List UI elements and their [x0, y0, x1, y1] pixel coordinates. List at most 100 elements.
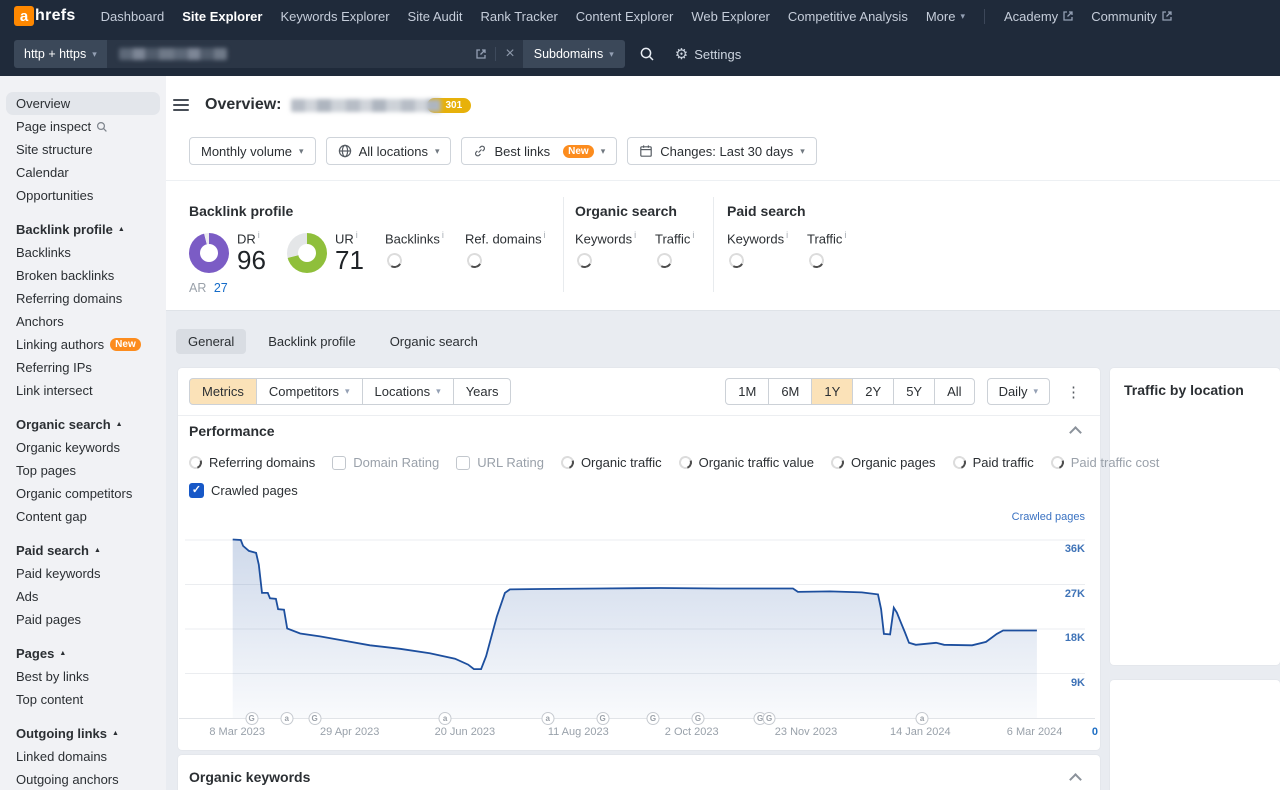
range-1m-button[interactable]: 1M: [725, 378, 769, 405]
metric-organic-traffic[interactable]: Organic traffic: [561, 455, 662, 470]
nav-item-academy[interactable]: Academy: [995, 3, 1082, 30]
more-options-icon[interactable]: ⋮: [1062, 383, 1085, 401]
ahrefs-event-marker[interactable]: a: [916, 712, 929, 725]
sidebar-item-linking-authors[interactable]: Linking authors New: [6, 333, 160, 356]
nav-item-web-explorer[interactable]: Web Explorer: [682, 3, 779, 30]
sidebar-item-organic-keywords[interactable]: Organic keywords: [6, 436, 160, 459]
collapse-chevron-icon[interactable]: [1069, 426, 1082, 439]
google-update-marker[interactable]: G: [692, 712, 705, 725]
sidebar-item-referring-domains[interactable]: Referring domains: [6, 287, 160, 310]
nav-item-site-explorer[interactable]: Site Explorer: [173, 3, 271, 30]
locations-dropdown[interactable]: Locations▾: [362, 378, 454, 405]
sidebar-item-page-inspect[interactable]: Page inspect: [6, 115, 160, 138]
google-update-marker[interactable]: G: [245, 712, 258, 725]
info-icon[interactable]: i: [634, 230, 636, 240]
settings-button[interactable]: ⚙ Settings: [675, 47, 741, 62]
google-update-marker[interactable]: G: [647, 712, 660, 725]
info-icon[interactable]: i: [356, 230, 358, 240]
metric-referring-domains[interactable]: Referring domains: [189, 455, 315, 470]
metrics-button[interactable]: Metrics: [189, 378, 257, 405]
tab-general[interactable]: General: [176, 329, 246, 354]
nav-item-dashboard[interactable]: Dashboard: [92, 3, 174, 30]
metric-paid-traffic-cost[interactable]: Paid traffic cost: [1051, 455, 1160, 470]
metric-organic-pages[interactable]: Organic pages: [831, 455, 936, 470]
sidebar-section-backlink-profile[interactable]: Backlink profile▲: [6, 218, 160, 241]
hamburger-menu-icon[interactable]: [173, 96, 189, 114]
tab-backlink-profile[interactable]: Backlink profile: [256, 329, 367, 354]
info-icon[interactable]: i: [692, 230, 694, 240]
sidebar-item-calendar[interactable]: Calendar: [6, 161, 160, 184]
locations-filter-dropdown[interactable]: All locations ▾: [326, 137, 452, 165]
ahrefs-event-marker[interactable]: a: [439, 712, 452, 725]
years-button[interactable]: Years: [453, 378, 512, 405]
range-1y-button[interactable]: 1Y: [811, 378, 853, 405]
sidebar-item-top-pages[interactable]: Top pages: [6, 459, 160, 482]
metric-domain-rating[interactable]: Domain Rating: [332, 455, 439, 470]
sidebar-item-organic-competitors[interactable]: Organic competitors: [6, 482, 160, 505]
sidebar-item-ads[interactable]: Ads: [6, 585, 160, 608]
sidebar-item-site-structure[interactable]: Site structure: [6, 138, 160, 161]
sidebar-item-paid-keywords[interactable]: Paid keywords: [6, 562, 160, 585]
google-update-marker[interactable]: G: [308, 712, 321, 725]
nav-item-competitive-analysis[interactable]: Competitive Analysis: [779, 3, 917, 30]
sidebar-item-best-by-links[interactable]: Best by links: [6, 665, 160, 688]
sidebar-section-organic-search[interactable]: Organic search▲: [6, 413, 160, 436]
chart-legend[interactable]: Crawled pages: [1012, 511, 1085, 523]
open-target-icon[interactable]: [476, 49, 486, 59]
sidebar-item-opportunities[interactable]: Opportunities: [6, 184, 160, 207]
search-submit-button[interactable]: [639, 46, 655, 62]
range-5y-button[interactable]: 5Y: [893, 378, 935, 405]
target-input[interactable]: ×: [107, 40, 523, 68]
sidebar-item-overview[interactable]: Overview: [6, 92, 160, 115]
sidebar-section-outgoing-links[interactable]: Outgoing links▲: [6, 722, 160, 745]
ahrefs-logo[interactable]: a hrefs: [14, 6, 76, 26]
range-6m-button[interactable]: 6M: [768, 378, 812, 405]
nav-item-more[interactable]: More ▾: [917, 3, 974, 30]
sidebar-item-outgoing-anchors[interactable]: Outgoing anchors: [6, 768, 160, 790]
sidebar-item-paid-pages[interactable]: Paid pages: [6, 608, 160, 631]
sidebar-item-content-gap[interactable]: Content gap: [6, 505, 160, 528]
crawled-pages-chart[interactable]: [185, 535, 1085, 718]
best-links-dropdown[interactable]: Best links New ▾: [461, 137, 617, 165]
sidebar-item-broken-backlinks[interactable]: Broken backlinks: [6, 264, 160, 287]
metric-url-rating[interactable]: URL Rating: [456, 455, 544, 470]
scope-dropdown[interactable]: Subdomains ▾: [523, 40, 625, 68]
granularity-dropdown[interactable]: Daily ▾: [987, 378, 1050, 405]
protocol-dropdown[interactable]: http + https ▾: [14, 40, 107, 68]
nav-item-content-explorer[interactable]: Content Explorer: [567, 3, 683, 30]
sidebar-section-pages[interactable]: Pages▲: [6, 642, 160, 665]
nav-item-keywords-explorer[interactable]: Keywords Explorer: [271, 3, 398, 30]
info-icon[interactable]: i: [786, 230, 788, 240]
info-icon[interactable]: i: [442, 230, 444, 240]
range-2y-button[interactable]: 2Y: [852, 378, 894, 405]
ahrefs-event-marker[interactable]: a: [280, 712, 293, 725]
sidebar-item-linked-domains[interactable]: Linked domains: [6, 745, 160, 768]
google-update-marker[interactable]: G: [763, 712, 776, 725]
ahrefs-event-marker[interactable]: a: [541, 712, 554, 725]
sidebar-item-anchors[interactable]: Anchors: [6, 310, 160, 333]
sidebar-item-label: Outgoing anchors: [16, 772, 119, 787]
changes-period-dropdown[interactable]: Changes: Last 30 days ▾: [627, 137, 817, 165]
nav-item-community[interactable]: Community: [1082, 3, 1181, 30]
info-icon[interactable]: i: [258, 230, 260, 240]
metric-organic-traffic-value[interactable]: Organic traffic value: [679, 455, 814, 470]
range-all-button[interactable]: All: [934, 378, 974, 405]
sidebar-item-referring-ips[interactable]: Referring IPs: [6, 356, 160, 379]
metric-crawled-pages[interactable]: ✓ Crawled pages: [189, 483, 298, 498]
tab-organic-search[interactable]: Organic search: [378, 329, 490, 354]
sidebar-section-paid-search[interactable]: Paid search▲: [6, 539, 160, 562]
sidebar-item-backlinks[interactable]: Backlinks: [6, 241, 160, 264]
chart-plot-area[interactable]: [185, 535, 1085, 718]
sidebar-item-link-intersect[interactable]: Link intersect: [6, 379, 160, 402]
volume-mode-dropdown[interactable]: Monthly volume ▾: [189, 137, 316, 165]
ar-value-link[interactable]: 27: [214, 281, 228, 295]
info-icon[interactable]: i: [544, 230, 546, 240]
info-icon[interactable]: i: [844, 230, 846, 240]
sidebar-item-top-content[interactable]: Top content: [6, 688, 160, 711]
competitors-dropdown[interactable]: Competitors▾: [256, 378, 363, 405]
clear-input-icon[interactable]: ×: [505, 46, 514, 62]
metric-paid-traffic[interactable]: Paid traffic: [953, 455, 1034, 470]
nav-item-site-audit[interactable]: Site Audit: [399, 3, 472, 30]
google-update-marker[interactable]: G: [596, 712, 609, 725]
nav-item-rank-tracker[interactable]: Rank Tracker: [471, 3, 566, 30]
